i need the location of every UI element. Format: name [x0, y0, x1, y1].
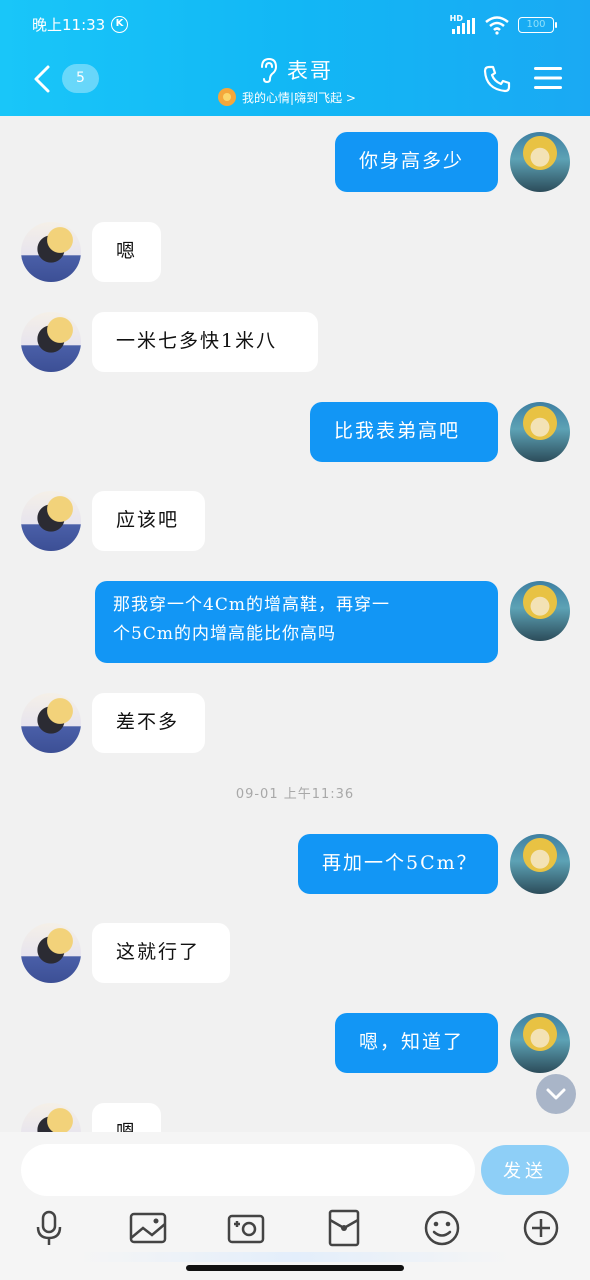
- contact-avatar[interactable]: [21, 923, 81, 983]
- scroll-to-bottom-button[interactable]: [536, 1074, 576, 1114]
- k-app-icon: K: [111, 16, 128, 33]
- message-bubble-sent[interactable]: 那我穿一个4Cm的增高鞋，再穿一 个5Cm的内增高能比你高吗: [95, 581, 498, 663]
- ear-icon: [261, 57, 278, 83]
- message-bubble-sent[interactable]: 嗯，知道了: [335, 1013, 498, 1073]
- message-bubble-sent[interactable]: 再加一个5Cm？: [298, 834, 498, 894]
- menu-button[interactable]: [534, 65, 562, 91]
- message-input[interactable]: [21, 1144, 475, 1196]
- status-time: 晚上11:33: [32, 16, 106, 34]
- message-line: 个5Cm的内增高能比你高吗: [113, 624, 336, 644]
- battery-indicator: 100: [518, 17, 557, 33]
- image-icon[interactable]: [128, 1208, 168, 1248]
- my-avatar[interactable]: [510, 581, 570, 641]
- send-button[interactable]: 发送: [481, 1145, 569, 1195]
- contact-avatar[interactable]: [21, 222, 81, 282]
- signal-icon: [452, 18, 475, 34]
- microphone-icon[interactable]: [29, 1208, 69, 1248]
- message-line: 那我穿一个4Cm的增高鞋，再穿一: [113, 595, 390, 615]
- message-bubble-received[interactable]: 一米七多快1米八: [92, 312, 318, 372]
- contact-name: 表哥: [287, 59, 333, 83]
- message-bubble-received[interactable]: 应该吧: [92, 491, 205, 551]
- chat-header: 晚上11:33 K HD 100 5 表哥 我的心情|嗨到飞起 >: [0, 0, 590, 116]
- status-bar: 晚上11:33 K HD 100: [0, 0, 590, 48]
- emoji-icon[interactable]: [422, 1208, 462, 1248]
- message-bubble-received[interactable]: 这就行了: [92, 923, 230, 983]
- contact-avatar[interactable]: [21, 312, 81, 372]
- my-avatar[interactable]: [510, 834, 570, 894]
- bottom-glow: [80, 1252, 510, 1262]
- message-timestamp: 09-01 上午11:36: [235, 787, 355, 802]
- contact-avatar[interactable]: [21, 693, 81, 753]
- message-bubble-sent[interactable]: 比我表弟高吧: [310, 402, 498, 462]
- message-list[interactable]: 你身高多少 嗯 一米七多快1米八 比我表弟高吧 应该吧 那我穿一个4Cm的增高鞋…: [0, 116, 590, 1132]
- contact-avatar[interactable]: [21, 491, 81, 551]
- camera-icon[interactable]: [226, 1208, 266, 1248]
- message-bubble-received[interactable]: 嗯: [92, 1103, 161, 1132]
- phone-call-button[interactable]: [482, 64, 512, 94]
- my-avatar[interactable]: [510, 1013, 570, 1073]
- chevron-down-icon: [546, 1088, 566, 1100]
- mood-sun-icon: [218, 88, 237, 106]
- contact-status[interactable]: 我的心情|嗨到飞起 >: [242, 89, 356, 106]
- contact-avatar[interactable]: [21, 1103, 81, 1132]
- red-packet-icon[interactable]: [324, 1208, 364, 1248]
- message-bubble-received[interactable]: 差不多: [92, 693, 205, 753]
- my-avatar[interactable]: [510, 402, 570, 462]
- home-indicator[interactable]: [186, 1265, 404, 1271]
- my-avatar[interactable]: [510, 132, 570, 192]
- plus-icon[interactable]: [521, 1208, 561, 1248]
- message-bubble-sent[interactable]: 你身高多少: [335, 132, 498, 192]
- wifi-icon: [485, 16, 509, 35]
- input-toolbar: [0, 1204, 590, 1254]
- message-bubble-received[interactable]: 嗯: [92, 222, 161, 282]
